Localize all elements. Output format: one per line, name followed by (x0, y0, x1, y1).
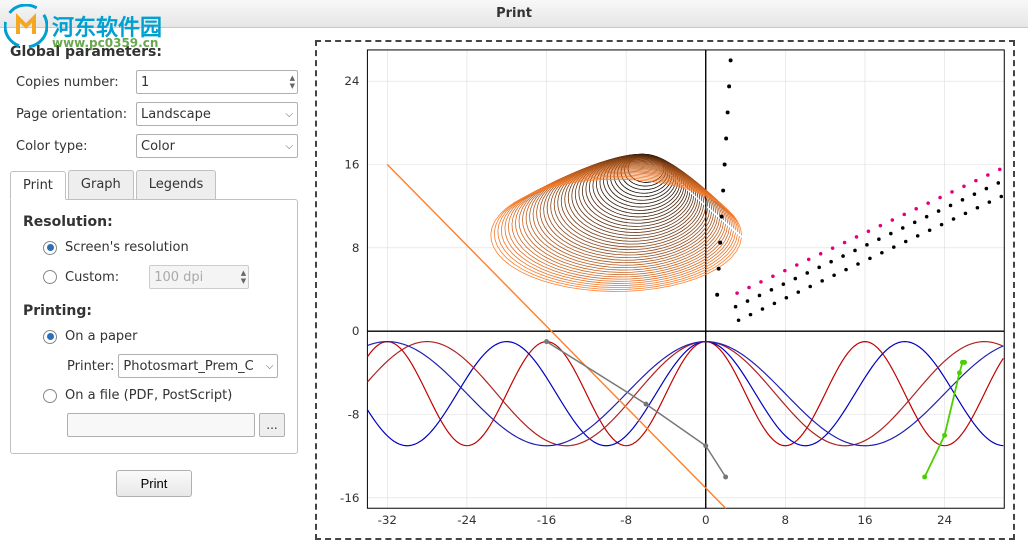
svg-text:24: 24 (937, 513, 952, 527)
chart-svg: -32 -24 -16 -8 0 8 16 24 -16 -8 0 8 16 24 (317, 42, 1013, 538)
orientation-select[interactable]: Landscape ⌵ (136, 102, 298, 126)
preview-panel: -32 -24 -16 -8 0 8 16 24 -16 -8 0 8 16 24 (308, 28, 1028, 551)
tab-print[interactable]: Print (10, 171, 66, 200)
browse-button[interactable]: ... (259, 413, 285, 437)
svg-text:8: 8 (782, 513, 790, 527)
tab-legends[interactable]: Legends (136, 170, 217, 199)
svg-text:-32: -32 (378, 513, 397, 527)
radio-screen-resolution[interactable] (43, 241, 57, 255)
svg-text:0: 0 (702, 513, 710, 527)
settings-panel: Global parameters: Copies number: 1 ▲▼ P… (0, 28, 308, 551)
spinner-buttons-icon[interactable]: ▲▼ (290, 74, 295, 90)
orientation-label: Page orientation: (10, 107, 136, 122)
chart-preview: -32 -24 -16 -8 0 8 16 24 -16 -8 0 8 16 24 (315, 40, 1015, 540)
on-paper-label: On a paper (65, 329, 138, 344)
chevron-down-icon: ⌵ (285, 141, 293, 152)
svg-text:-8: -8 (620, 513, 632, 527)
tab-graph[interactable]: Graph (68, 170, 134, 199)
radio-on-paper[interactable] (43, 330, 57, 344)
printer-select[interactable]: Photosmart_Prem_C ⌵ (118, 354, 278, 378)
spinner-buttons-icon: ▲▼ (241, 269, 246, 285)
screen-resolution-label: Screen's resolution (65, 240, 189, 255)
chevron-down-icon: ⌵ (266, 361, 274, 372)
on-file-label: On a file (PDF, PostScript) (65, 388, 232, 403)
printing-title: Printing: (23, 303, 285, 319)
watermark-logo-icon (4, 4, 48, 48)
svg-text:16: 16 (857, 513, 872, 527)
printer-label: Printer: (67, 359, 114, 374)
copies-label: Copies number: (10, 75, 136, 90)
svg-text:-16: -16 (340, 490, 359, 504)
chevron-down-icon: ⌵ (285, 109, 293, 120)
svg-text:-16: -16 (537, 513, 556, 527)
radio-custom-resolution[interactable] (43, 270, 57, 284)
watermark: 河东软件园 www.pc0359.cn (4, 4, 162, 48)
svg-text:-24: -24 (457, 513, 476, 527)
color-type-label: Color type: (10, 139, 136, 154)
radio-on-file[interactable] (43, 389, 57, 403)
window-title: Print (496, 6, 532, 21)
print-button[interactable]: Print (116, 470, 193, 497)
resolution-title: Resolution: (23, 214, 285, 230)
svg-text:-8: -8 (348, 407, 360, 421)
custom-resolution-label: Custom: (65, 270, 119, 285)
tab-content-print: Resolution: Screen's resolution Custom: … (10, 199, 298, 454)
color-type-select[interactable]: Color ⌵ (136, 134, 298, 158)
watermark-url: www.pc0359.cn (52, 36, 158, 50)
file-path-input[interactable] (67, 413, 255, 437)
copies-spinner[interactable]: 1 ▲▼ (136, 70, 298, 94)
custom-dpi-input[interactable]: 100 dpi ▲▼ (149, 265, 249, 289)
tab-bar: Print Graph Legends (10, 170, 298, 199)
svg-text:24: 24 (344, 74, 359, 88)
svg-text:8: 8 (352, 240, 360, 254)
svg-text:16: 16 (344, 157, 359, 171)
svg-text:0: 0 (352, 324, 360, 338)
